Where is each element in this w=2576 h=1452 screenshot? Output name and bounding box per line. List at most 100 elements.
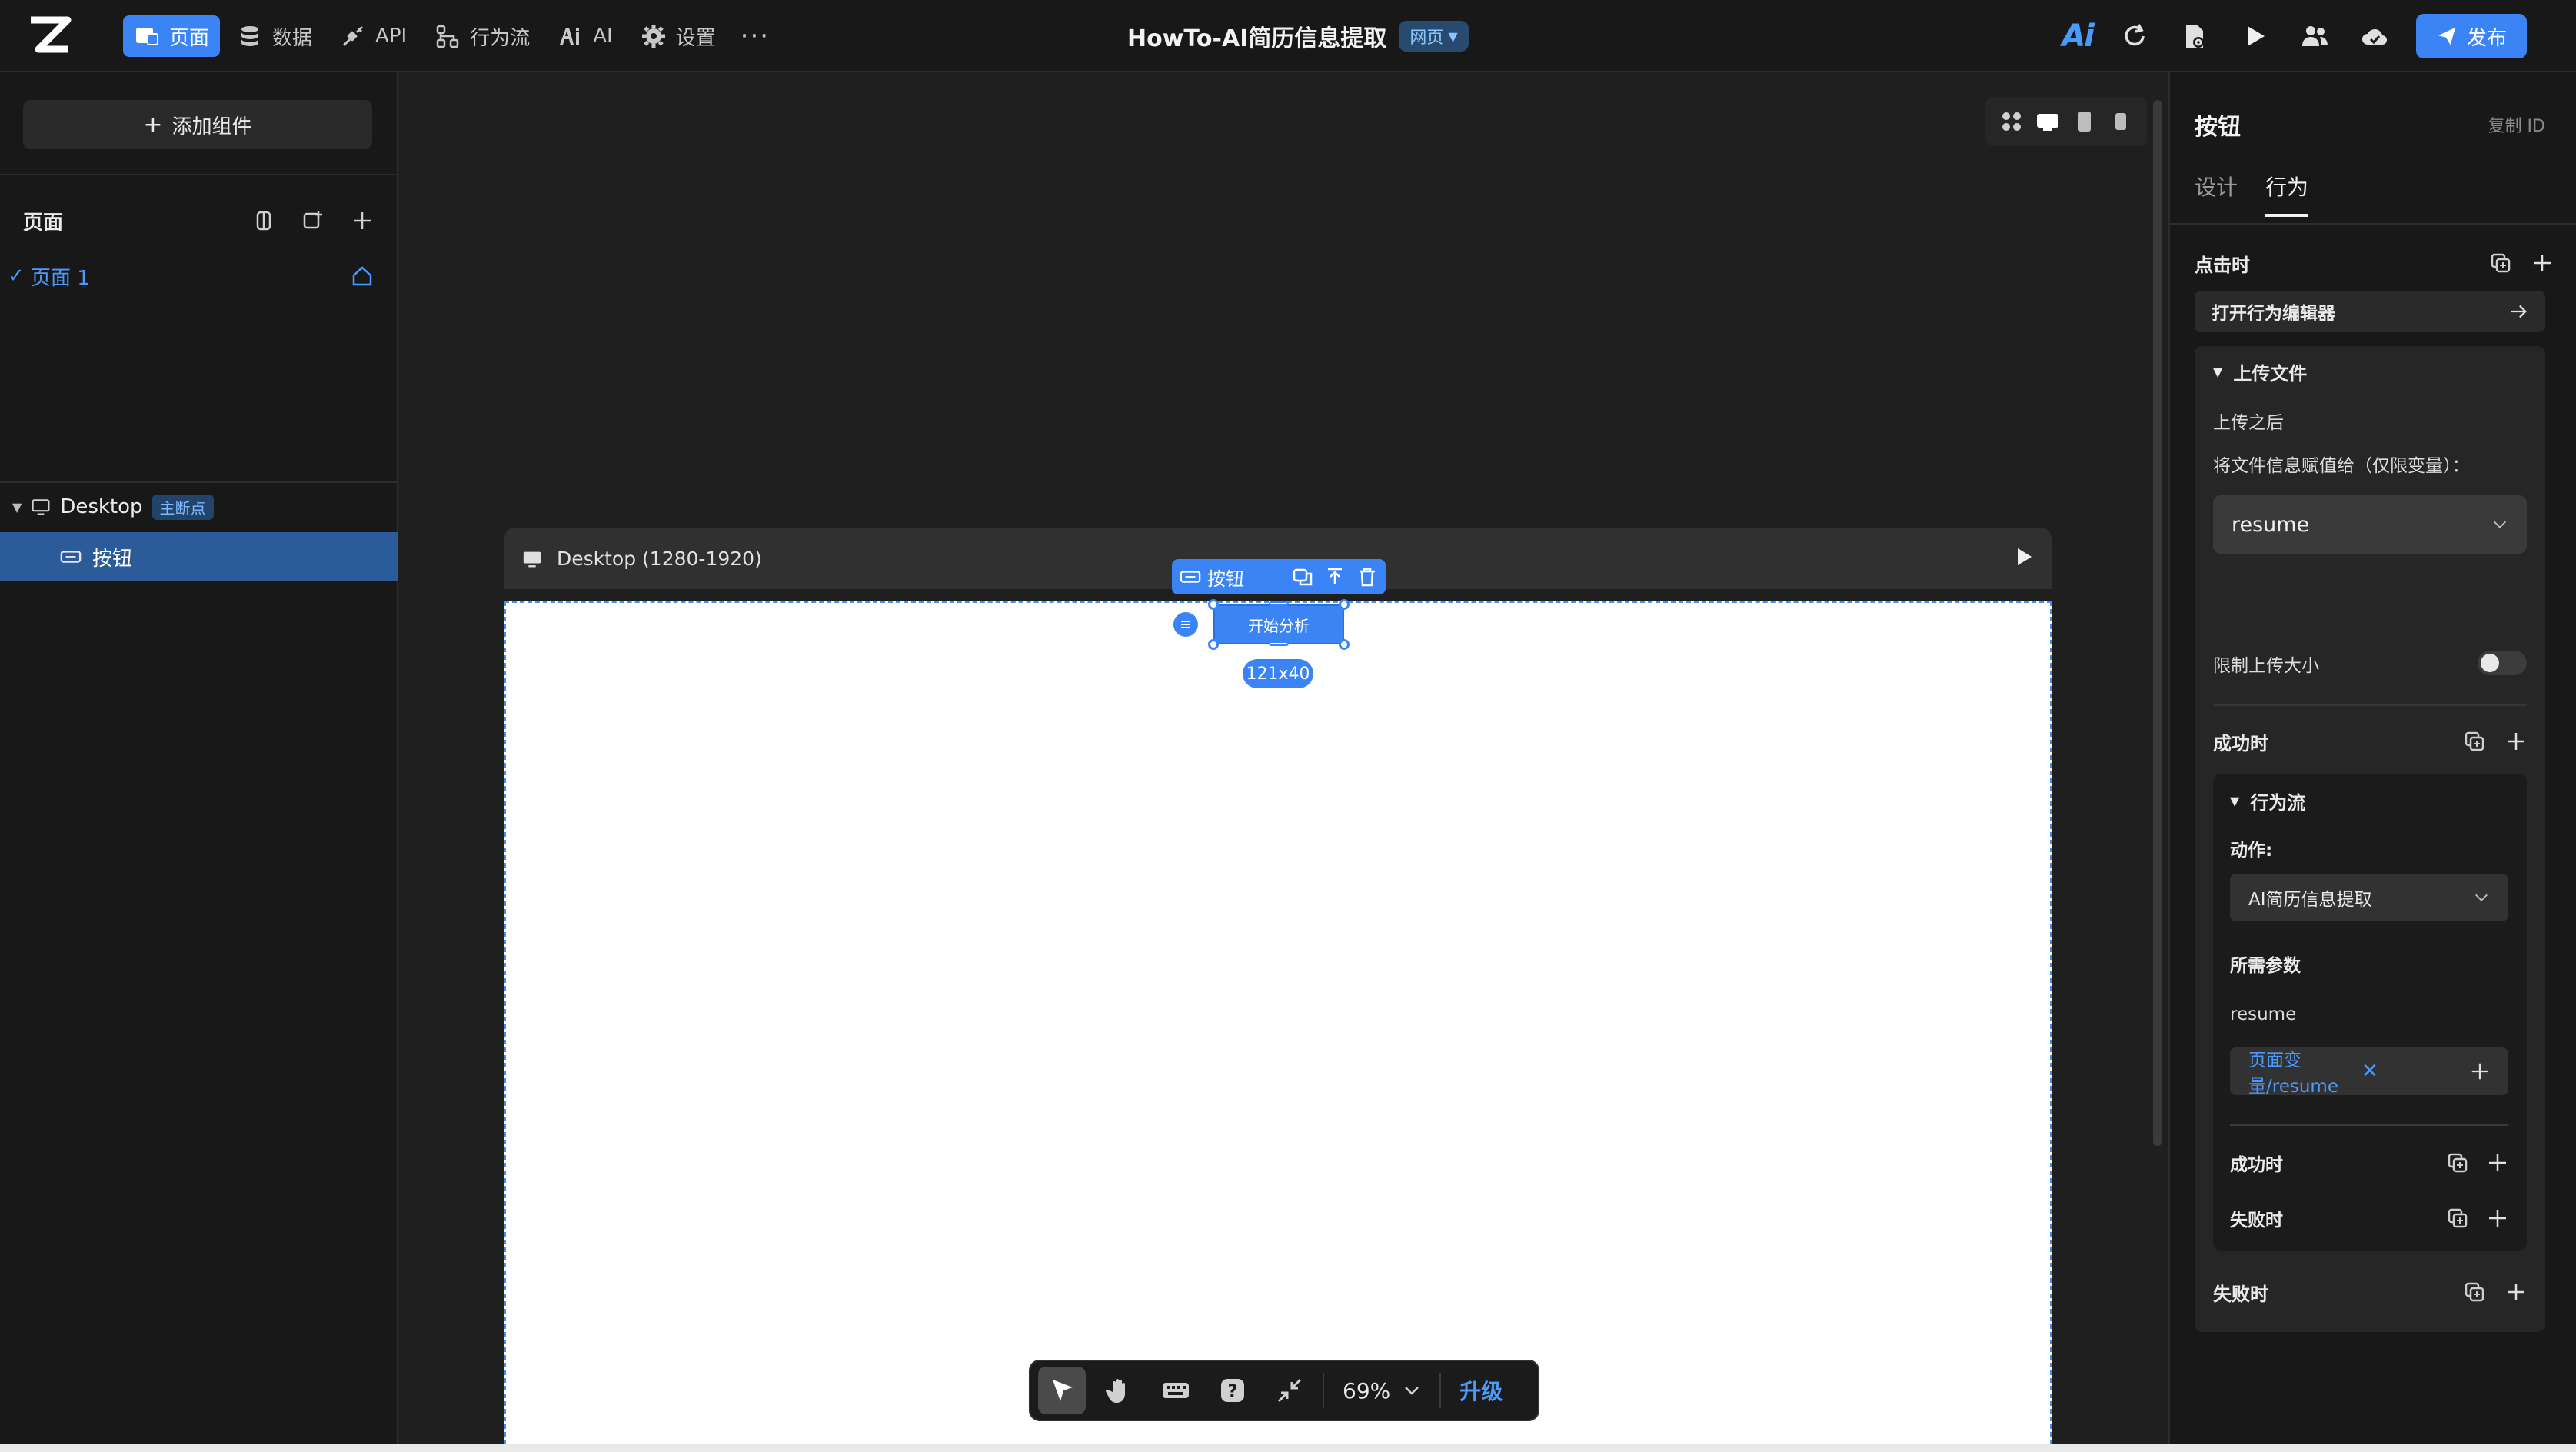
tab-behavior[interactable]: 行为 <box>2265 171 2309 217</box>
cloud-sync-button[interactable] <box>2356 18 2393 55</box>
arrow-right-icon <box>2511 305 2527 318</box>
button-text: 开始分析 <box>1248 616 1310 635</box>
add-page-button[interactable] <box>349 208 375 234</box>
plus-icon[interactable] <box>2470 1061 2490 1081</box>
copy-id-button[interactable]: 复制 ID <box>2488 112 2545 137</box>
caret-down-icon[interactable]: ▼ <box>12 500 22 515</box>
selection-menu-handle[interactable] <box>1173 612 1198 637</box>
layer-desktop[interactable]: ▼ Desktop 主断点 <box>0 488 398 526</box>
all-devices-button[interactable] <box>1996 106 2027 137</box>
app-logo[interactable] <box>28 15 72 57</box>
upload-action-header[interactable]: ▼ 上传文件 <box>2213 358 2307 385</box>
desktop-frame[interactable] <box>504 601 2052 1444</box>
page-item-1[interactable]: ✓ 页面 1 <box>0 257 398 295</box>
canvas-scrollbar[interactable] <box>2153 100 2162 1146</box>
more-menu-icon[interactable]: ··· <box>733 21 777 52</box>
add-component-button[interactable]: + 添加组件 <box>23 100 372 149</box>
flow-fail-row: 失败时 <box>2230 1203 2508 1234</box>
selection-label[interactable]: 按钮 <box>1207 564 1244 591</box>
plus-icon[interactable] <box>2505 1281 2527 1303</box>
variable-select[interactable]: resume <box>2213 495 2527 554</box>
nav-page[interactable]: 页面 <box>123 15 221 57</box>
assign-variable-label: 将文件信息赋值给（仅限变量）： <box>2213 456 2470 476</box>
on-click-row: 点击时 <box>2195 248 2553 278</box>
tablet-view-button[interactable] <box>2069 106 2100 137</box>
upgrade-link[interactable]: 升级 <box>1450 1375 1512 1406</box>
database-icon <box>241 26 259 46</box>
menu-lines-icon <box>1181 621 1190 628</box>
action-select[interactable]: AI简历信息提取 <box>2230 874 2508 921</box>
play-icon <box>2247 26 2265 46</box>
select-tool-button[interactable] <box>1038 1367 1086 1414</box>
trash-icon[interactable] <box>1356 566 1378 588</box>
nav-api[interactable]: API <box>329 15 418 57</box>
publish-label: 发布 <box>2466 26 2507 50</box>
ai-assistant-icon[interactable]: Ai <box>2062 18 2095 54</box>
top-right-actions: Ai 发布 <box>2062 14 2527 58</box>
divider <box>2170 223 2576 225</box>
cursor-icon <box>1053 1380 1073 1401</box>
nav-flow[interactable]: 行为流 <box>424 15 541 57</box>
copy-event-icon[interactable] <box>2464 1281 2485 1303</box>
resize-handle-top[interactable] <box>1269 601 1289 606</box>
refresh-button[interactable] <box>2116 18 2153 55</box>
page-layers-button[interactable] <box>251 208 277 234</box>
upload-fail-row: 失败时 <box>2213 1277 2527 1307</box>
plus-icon[interactable] <box>2487 1207 2508 1229</box>
upload-action-label: 上传文件 <box>2233 363 2308 385</box>
flow-icon <box>436 25 459 48</box>
fit-screen-button[interactable] <box>1266 1367 1313 1414</box>
desktop-view-button[interactable] <box>2032 106 2063 137</box>
plus-icon[interactable] <box>2531 252 2553 274</box>
hand-icon <box>1105 1379 1125 1403</box>
flow-fail-label: 失败时 <box>2230 1211 2283 1231</box>
resize-handle-bottom-left[interactable] <box>1208 639 1219 650</box>
mobile-view-button[interactable] <box>2105 106 2136 137</box>
page-type-dropdown[interactable]: 网页 ▼ <box>1399 21 1469 52</box>
nav-ai[interactable]: AI <box>547 15 623 57</box>
main-nav: 页面 数据 API 行为流 AI 设置 ··· <box>123 15 777 57</box>
tab-design[interactable]: 设计 <box>2195 171 2238 217</box>
file-gear-icon <box>2185 25 2204 48</box>
resize-handle-bottom[interactable] <box>1269 641 1289 646</box>
keyboard-icon <box>1163 1383 1189 1398</box>
layer-button[interactable]: 按钮 <box>0 532 398 581</box>
selected-button-component[interactable]: 开始分析 <box>1213 604 1344 644</box>
nav-data-label: 数据 <box>272 26 313 50</box>
resize-handle-top-left[interactable] <box>1208 599 1219 610</box>
copy-event-icon[interactable] <box>2464 731 2485 752</box>
button-component-icon <box>1180 571 1201 583</box>
refresh-icon <box>2125 24 2145 46</box>
help-button[interactable]: ? <box>1209 1367 1256 1414</box>
chevron-down-icon <box>2494 521 2506 528</box>
limit-size-toggle[interactable] <box>2478 651 2527 675</box>
copy-event-icon[interactable] <box>2447 1152 2468 1174</box>
nav-data[interactable]: 数据 <box>226 15 323 57</box>
copy-event-icon[interactable] <box>2447 1207 2468 1229</box>
app-title[interactable]: HowTo-AI简历信息提取 <box>1127 19 1386 53</box>
preview-button[interactable] <box>2236 18 2273 55</box>
copy-event-icon[interactable] <box>2490 252 2511 274</box>
collapse-icon <box>1277 1378 1302 1403</box>
plus-icon[interactable] <box>2505 731 2527 752</box>
move-to-top-icon[interactable] <box>1324 566 1346 588</box>
zoom-dropdown[interactable]: 69% <box>1333 1378 1430 1404</box>
close-icon[interactable]: ✕ <box>2361 1060 2470 1083</box>
keyboard-shortcuts-button[interactable] <box>1152 1367 1200 1414</box>
resize-handle-top-right[interactable] <box>1339 599 1350 610</box>
upload-success-row: 成功时 <box>2213 726 2527 757</box>
hand-tool-button[interactable] <box>1095 1367 1143 1414</box>
home-icon[interactable] <box>349 263 375 289</box>
nav-settings[interactable]: 设置 <box>630 15 727 57</box>
add-folder-button[interactable] <box>300 208 326 234</box>
param-value-field[interactable]: 页面变量/resume ✕ <box>2230 1047 2508 1097</box>
plus-icon[interactable] <box>2487 1152 2508 1174</box>
flow-action-header[interactable]: ▼ 行为流 <box>2230 788 2305 814</box>
resize-handle-bottom-right[interactable] <box>1339 639 1350 650</box>
collaborators-button[interactable] <box>2296 18 2333 55</box>
file-settings-button[interactable] <box>2176 18 2213 55</box>
duplicate-icon[interactable] <box>1292 566 1313 588</box>
frame-preview-button[interactable] <box>2012 545 2035 571</box>
publish-button[interactable]: 发布 <box>2415 14 2527 58</box>
open-behavior-editor-button[interactable]: 打开行为编辑器 <box>2195 291 2545 332</box>
